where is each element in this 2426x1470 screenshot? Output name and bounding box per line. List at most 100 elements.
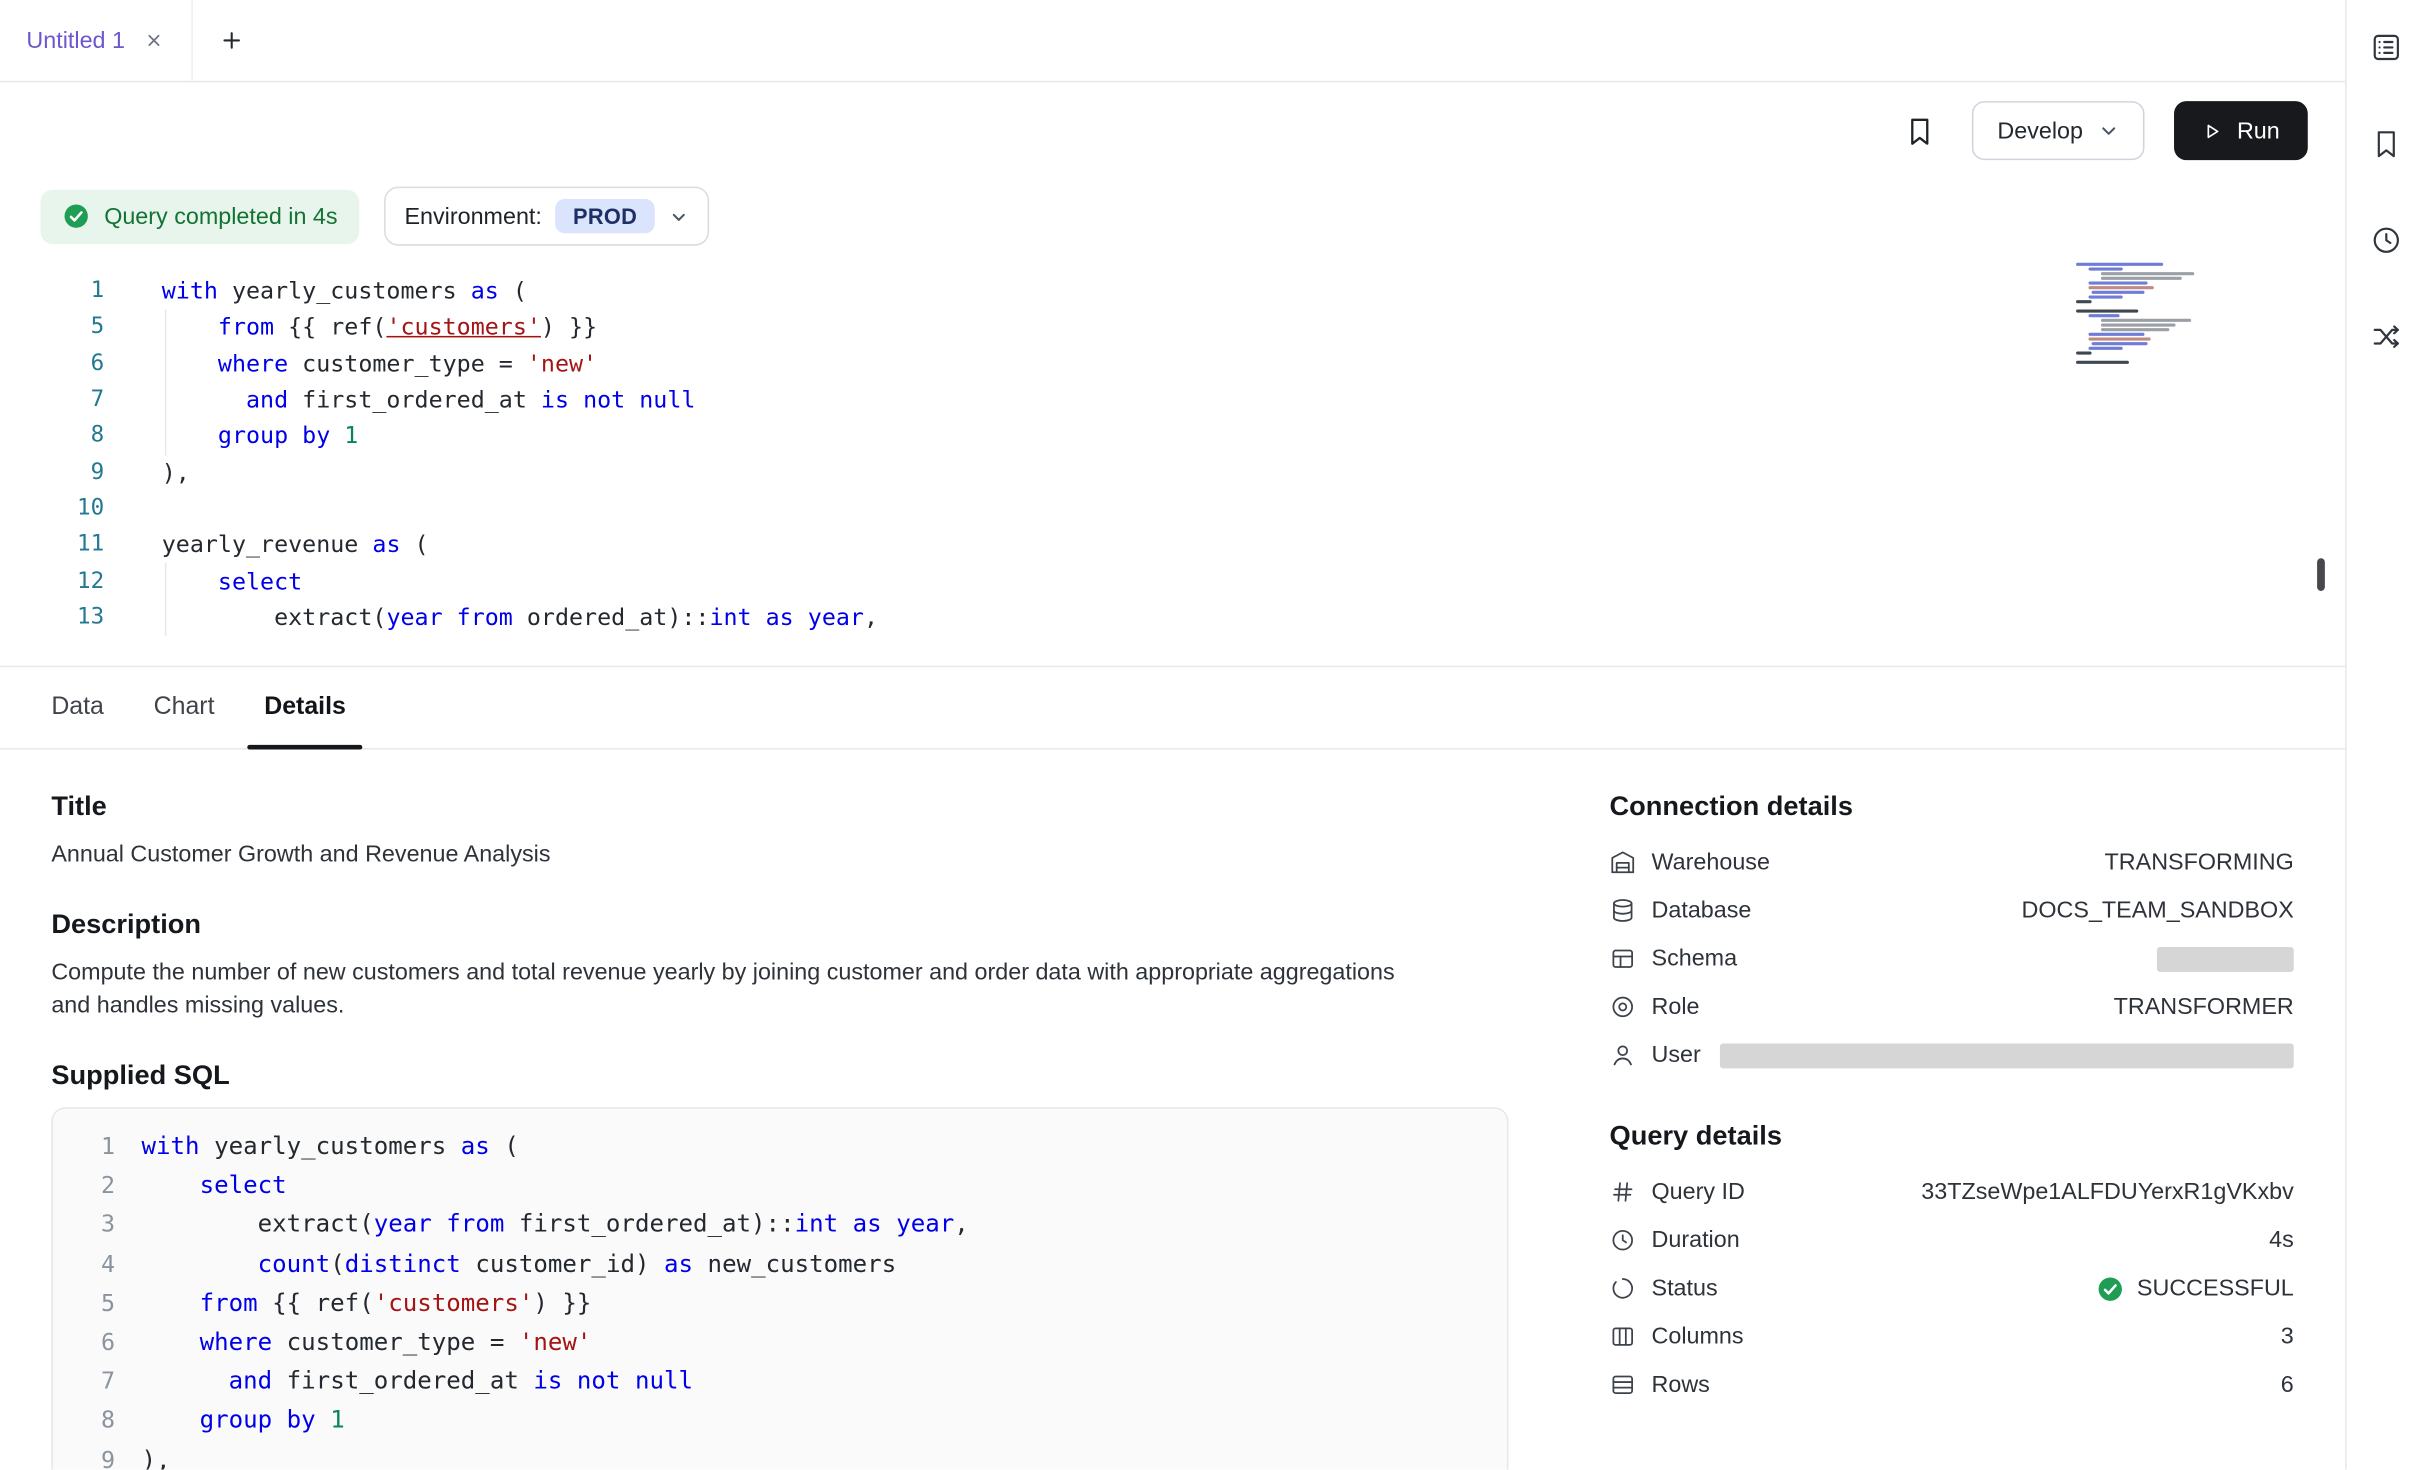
play-icon — [2203, 121, 2223, 141]
tab-chart[interactable]: Chart — [137, 667, 232, 748]
line-number: 6 — [75, 1323, 115, 1362]
detail-value: 6 — [2281, 1372, 2294, 1398]
lineage-button[interactable] — [2363, 313, 2410, 360]
supplied-sql-heading: Supplied SQL — [51, 1059, 1508, 1090]
redacted-value — [2157, 946, 2294, 971]
line-number: 1 — [0, 274, 104, 310]
line-number: 13 — [0, 600, 104, 636]
schema-icon — [1610, 946, 1636, 972]
develop-label: Develop — [1997, 117, 2083, 143]
line-number: 6 — [0, 346, 104, 382]
check-circle-icon — [62, 202, 90, 230]
detail-row: User — [1610, 1031, 2294, 1079]
line-number: 9 — [0, 455, 104, 491]
editor-line: 8 group by 1 — [0, 419, 2345, 455]
detail-label: Warehouse — [1652, 849, 1770, 875]
indent-guide — [165, 563, 167, 636]
query-status-text: Query completed in 4s — [104, 203, 337, 229]
chevron-down-icon — [668, 206, 688, 226]
query-description: Compute the number of new customers and … — [51, 956, 1396, 1021]
right-sidebar — [2347, 0, 2426, 1470]
run-label: Run — [2237, 117, 2280, 143]
sql-editor[interactable]: 1with yearly_customers as (5 from {{ ref… — [0, 253, 2345, 665]
detail-label: Status — [1652, 1275, 1718, 1301]
line-number: 7 — [0, 383, 104, 419]
bookmark-icon — [2370, 127, 2403, 160]
sql-line: 7 and first_ordered_at is not null — [75, 1362, 1507, 1401]
bookmark-button[interactable] — [1898, 108, 1943, 153]
close-icon[interactable] — [142, 28, 167, 53]
detail-row: Schema — [1610, 935, 2294, 983]
app-window: Untitled 1 — [0, 0, 2426, 1470]
detail-value: 33TZseWpe1ALFDUYerxR1gVKxbv — [1921, 1179, 2294, 1205]
line-number: 3 — [75, 1206, 115, 1245]
develop-dropdown[interactable]: Develop — [1973, 101, 2146, 160]
line-number: 1 — [75, 1127, 115, 1166]
query-title: Annual Customer Growth and Revenue Analy… — [51, 838, 1508, 871]
detail-row: Columns 3 — [1610, 1313, 2294, 1361]
query-list-button[interactable] — [2363, 23, 2410, 70]
detail-row: Rows6 — [1610, 1361, 2294, 1409]
redacted-value — [1719, 1043, 2293, 1068]
history-icon — [2370, 223, 2403, 256]
environment-selector[interactable]: Environment: PROD — [384, 187, 708, 246]
tab-details[interactable]: Details — [247, 667, 363, 748]
details-title-heading: Title — [51, 790, 1508, 821]
sql-line: 9), — [75, 1441, 1507, 1470]
detail-label: Duration — [1652, 1227, 1740, 1253]
editor-line: 7 and first_ordered_at is not null — [0, 383, 2345, 419]
sql-line: 6 where customer_type = 'new' — [75, 1323, 1507, 1362]
query-status-badge: Query completed in 4s — [40, 189, 359, 243]
hash-icon — [1610, 1179, 1636, 1205]
detail-value: 3 — [2281, 1323, 2294, 1349]
sql-line: 5 from {{ ref('customers') }} — [75, 1284, 1507, 1323]
check-circle-icon — [2096, 1274, 2124, 1302]
detail-value: TRANSFORMER — [2114, 994, 2294, 1020]
warehouse-icon — [1610, 849, 1636, 875]
detail-row: Status SUCCESSFUL — [1610, 1264, 2294, 1312]
environment-label: Environment: — [404, 203, 541, 229]
detail-label: User — [1652, 1042, 1701, 1068]
editor-line: 10 — [0, 491, 2345, 527]
editor-scrollbar[interactable] — [2317, 558, 2325, 591]
detail-label: Columns — [1652, 1323, 1744, 1349]
connection-details-heading: Connection details — [1610, 790, 2294, 821]
bookmark-sidebar-button[interactable] — [2363, 120, 2410, 167]
sql-line: 1with yearly_customers as ( — [75, 1127, 1507, 1166]
user-icon — [1610, 1042, 1636, 1068]
lineage-icon — [2370, 320, 2403, 353]
columns-icon — [1610, 1323, 1636, 1349]
tab-label: Untitled 1 — [26, 27, 125, 53]
add-tab-button[interactable] — [207, 0, 257, 81]
editor-line: 12 select — [0, 564, 2345, 600]
detail-value: TRANSFORMING — [2105, 849, 2294, 875]
line-number: 7 — [75, 1362, 115, 1401]
indent-guide — [165, 309, 167, 455]
line-number: 10 — [0, 491, 104, 527]
editor-minimap[interactable] — [2076, 263, 2194, 366]
supplied-sql-block: 1with yearly_customers as (2 select3 ext… — [51, 1107, 1508, 1469]
sql-line: 4 count(distinct customer_id) as new_cus… — [75, 1245, 1507, 1284]
editor-line: 6 where customer_type = 'new' — [0, 346, 2345, 382]
line-number: 11 — [0, 528, 104, 564]
detail-row: Duration 4s — [1610, 1216, 2294, 1264]
query-details-heading: Query details — [1610, 1120, 2294, 1151]
status-icon — [1610, 1275, 1636, 1301]
duration-icon — [1610, 1227, 1636, 1253]
detail-row: RoleTRANSFORMER — [1610, 983, 2294, 1031]
line-number: 2 — [75, 1167, 115, 1206]
sql-line: 8 group by 1 — [75, 1402, 1507, 1441]
detail-value: 4s — [2269, 1227, 2294, 1253]
detail-value: SUCCESSFUL — [2096, 1274, 2293, 1302]
run-button[interactable]: Run — [2175, 101, 2308, 160]
environment-badge: PROD — [556, 199, 654, 233]
line-number: 5 — [75, 1284, 115, 1323]
tab-untitled-1[interactable]: Untitled 1 — [0, 0, 193, 81]
tab-data[interactable]: Data — [34, 667, 121, 748]
history-button[interactable] — [2363, 216, 2410, 263]
bookmark-icon — [1904, 114, 1937, 147]
role-icon — [1610, 994, 1636, 1020]
database-icon — [1610, 897, 1636, 923]
detail-row: Warehouse TRANSFORMING — [1610, 838, 2294, 886]
detail-row: DatabaseDOCS_TEAM_SANDBOX — [1610, 886, 2294, 934]
